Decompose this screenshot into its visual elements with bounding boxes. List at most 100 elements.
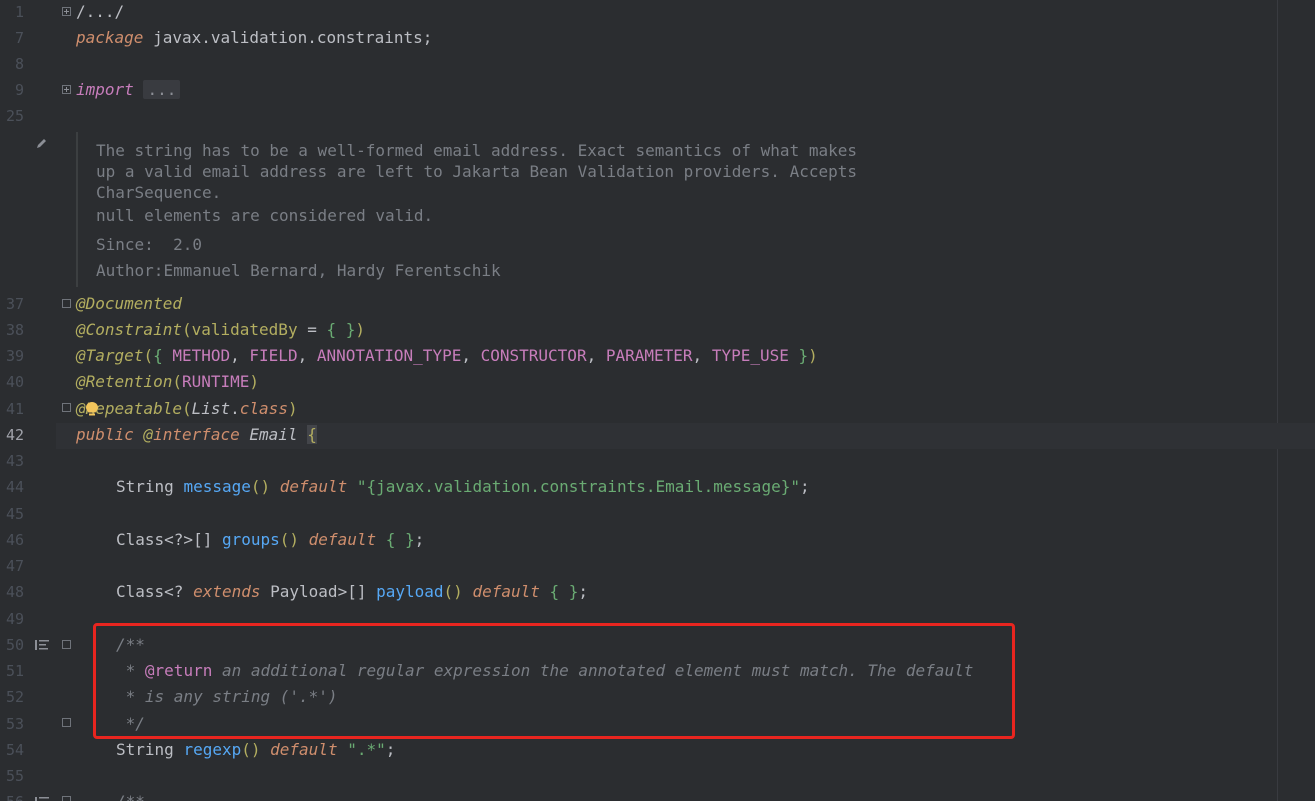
parens: () <box>241 740 261 759</box>
braces: { } <box>326 320 356 339</box>
semicolon: ; <box>414 530 425 549</box>
string-literal: ".*" <box>347 740 386 759</box>
line-number: 49 <box>5 610 24 628</box>
annotation-target: @Target <box>76 346 144 365</box>
code-line-48[interactable]: Class<? extends Payload>[] payload() def… <box>116 579 588 605</box>
braces: { } <box>549 582 579 601</box>
doc-comment-icon[interactable] <box>35 796 49 801</box>
package-name: javax.validation.constraints; <box>143 28 433 47</box>
method-message: message <box>183 477 251 496</box>
line-number: 9 <box>14 81 24 99</box>
line-number: 37 <box>5 295 24 313</box>
type-name: String <box>116 477 184 496</box>
javadoc-open: /** <box>116 792 145 801</box>
doc-since-value: 2.0 <box>173 235 202 254</box>
dot: . <box>230 399 240 418</box>
keyword-default: default <box>472 582 540 601</box>
paren: ) <box>355 320 366 339</box>
keyword-interface: interface <box>153 425 240 444</box>
brace: } <box>788 346 809 365</box>
line-number: 7 <box>14 29 24 47</box>
paren: ) <box>249 372 260 391</box>
red-highlight-box <box>93 623 1015 739</box>
line-number: 55 <box>5 767 24 785</box>
string-literal: "{javax.validation.constraints.Email.mes… <box>356 477 800 496</box>
parens: () <box>443 582 463 601</box>
keyword-extends: extends <box>193 582 261 601</box>
line-number: 25 <box>5 107 24 125</box>
keyword-class: class <box>239 399 288 418</box>
line-number: 45 <box>5 505 24 523</box>
fold-end-icon[interactable] <box>62 403 71 412</box>
enum-constant: PARAMETER <box>605 346 693 365</box>
code-line-37[interactable]: @Documented <box>76 291 182 317</box>
code-line-41[interactable]: @Repeatable(List.class) <box>76 396 298 422</box>
doc-text-line: up a valid email address are left to Jak… <box>96 162 857 181</box>
code-line-9[interactable]: import ... <box>76 77 181 103</box>
code-line-7[interactable]: package javax.validation.constraints; <box>76 25 432 51</box>
code-line-56[interactable]: /** <box>116 789 145 801</box>
keyword-default: default <box>270 740 338 759</box>
semicolon: ; <box>385 740 396 759</box>
paren: ( <box>181 399 192 418</box>
annotation-retention: @Retention <box>76 372 173 391</box>
fold-collapse-icon[interactable] <box>62 796 71 801</box>
line-number: 51 <box>5 662 24 680</box>
open-brace: { <box>307 425 317 444</box>
code-line-54[interactable]: String regexp() default ".*"; <box>116 737 395 763</box>
line-number: 40 <box>5 373 24 391</box>
brace: { <box>153 346 173 365</box>
constraint-param: validatedBy <box>191 320 298 339</box>
line-number: 38 <box>5 321 24 339</box>
doc-author: Author:Emmanuel Bernard, Hardy Ferentsch… <box>96 260 501 281</box>
code-line-42[interactable]: public @interface Email { <box>76 422 317 448</box>
semicolon: ; <box>578 582 589 601</box>
fold-collapse-icon[interactable] <box>62 640 71 649</box>
pencil-icon[interactable] <box>36 137 48 149</box>
folded-header[interactable]: /.../ <box>76 2 124 21</box>
line-number: 39 <box>5 347 24 365</box>
type-name: Payload>[] <box>260 582 377 601</box>
fold-collapse-icon[interactable] <box>62 299 71 308</box>
keyword-package: package <box>76 28 144 47</box>
keyword-default: default <box>308 530 377 549</box>
annotation-repeatable: Repeatable <box>85 399 182 418</box>
code-editor[interactable]: 1 7 8 9 25 37 38 39 40 41 42 43 44 45 46… <box>0 0 1315 801</box>
line-number: 43 <box>5 452 24 470</box>
line-number: 44 <box>5 478 24 496</box>
line-number: 53 <box>5 715 24 733</box>
collapsed-imports[interactable]: ... <box>143 80 181 99</box>
annotation-constraint: @Constraint <box>76 320 182 339</box>
method-payload: payload <box>376 582 444 601</box>
braces: { } <box>385 530 415 549</box>
line-number-current: 42 <box>5 426 24 444</box>
keyword-public: public <box>76 425 134 444</box>
paren: ) <box>287 399 298 418</box>
code-line-40[interactable]: @Retention(RUNTIME) <box>76 369 259 395</box>
code-line-46[interactable]: Class<?>[] groups() default { }; <box>116 527 424 553</box>
fold-expand-icon[interactable] <box>62 7 71 16</box>
paren: ( <box>181 320 192 339</box>
enum-constant: FIELD <box>249 346 298 365</box>
fold-expand-icon[interactable] <box>62 85 71 94</box>
line-number: 50 <box>5 636 24 654</box>
line-number: 8 <box>14 55 24 73</box>
lightbulb-icon[interactable] <box>86 402 98 416</box>
line-number: 41 <box>5 400 24 418</box>
code-line-44[interactable]: String message() default "{javax.validat… <box>116 474 810 500</box>
enum-constant: RUNTIME <box>181 372 250 391</box>
code-line-1[interactable]: /.../ <box>76 0 124 25</box>
parens: () <box>279 530 300 549</box>
enum-constant: ANNOTATION_TYPE <box>316 346 462 365</box>
at-sign: @ <box>133 425 154 444</box>
line-number: 52 <box>5 688 24 706</box>
line-number: 56 <box>0 789 24 801</box>
code-line-39[interactable]: @Target({ METHOD, FIELD, ANNOTATION_TYPE… <box>76 343 818 369</box>
doc-since-label: Since: <box>96 235 154 254</box>
line-number: 1 <box>14 3 24 21</box>
doc-comment-icon[interactable] <box>35 639 49 651</box>
fold-end-icon[interactable] <box>62 718 71 727</box>
code-line-38[interactable]: @Constraint(validatedBy = { }) <box>76 317 365 343</box>
paren: ( <box>172 372 182 391</box>
keyword-default: default <box>279 477 348 496</box>
